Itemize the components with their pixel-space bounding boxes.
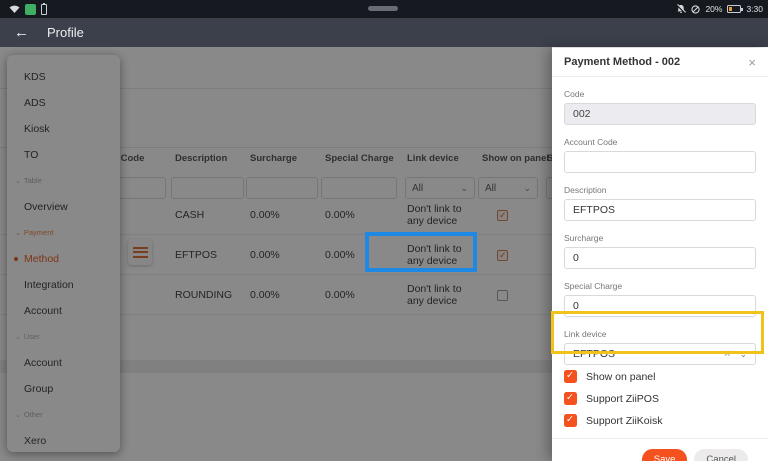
annotation-box-link-device-cell bbox=[365, 232, 477, 272]
camera-notch bbox=[368, 6, 398, 11]
surcharge-label: Surcharge bbox=[564, 233, 604, 243]
cancel-button[interactable]: Cancel bbox=[694, 449, 748, 461]
account-code-field[interactable] bbox=[564, 151, 756, 173]
save-button[interactable]: Save bbox=[641, 449, 688, 461]
battery-percent: 20% bbox=[705, 4, 723, 14]
close-icon[interactable]: × bbox=[748, 56, 756, 69]
account-code-label: Account Code bbox=[564, 137, 618, 147]
status-bar: 20% 3:30 bbox=[0, 0, 768, 18]
checkbox-checked-icon[interactable] bbox=[564, 414, 577, 427]
app-header: ← Profile bbox=[0, 18, 768, 47]
panel-title: Payment Method - 002 bbox=[564, 56, 681, 68]
app-status-icon bbox=[25, 3, 36, 15]
checkbox-checked-icon[interactable] bbox=[564, 392, 577, 405]
data-saver-icon bbox=[691, 4, 701, 14]
surcharge-field[interactable] bbox=[564, 247, 756, 269]
show-on-panel-option[interactable]: Show on panel bbox=[564, 366, 756, 387]
support-ziipos-option[interactable]: Support ZiiPOS bbox=[564, 388, 756, 409]
checkbox-checked-icon[interactable] bbox=[564, 370, 577, 383]
support-ziikoisk-option[interactable]: Support ZiiKoisk bbox=[564, 410, 756, 431]
wifi-icon bbox=[9, 4, 20, 14]
code-label: Code bbox=[564, 89, 585, 99]
page-title: Profile bbox=[47, 25, 84, 40]
code-field bbox=[564, 103, 756, 125]
description-field[interactable] bbox=[564, 199, 756, 221]
notifications-off-icon bbox=[676, 4, 687, 14]
description-label: Description bbox=[564, 185, 607, 195]
screen: 20% 3:30 ← Profile Account Code Descript… bbox=[0, 0, 768, 461]
payment-method-edit-panel: Payment Method - 002 × Code Account Code… bbox=[552, 48, 768, 461]
back-icon[interactable]: ← bbox=[14, 25, 29, 40]
battery-icon bbox=[727, 5, 744, 13]
stylus-battery-icon bbox=[41, 2, 47, 15]
special-charge-label: Special Charge bbox=[564, 281, 623, 291]
clock: 3:30 bbox=[746, 4, 763, 14]
annotation-box-link-device-field bbox=[551, 311, 764, 354]
